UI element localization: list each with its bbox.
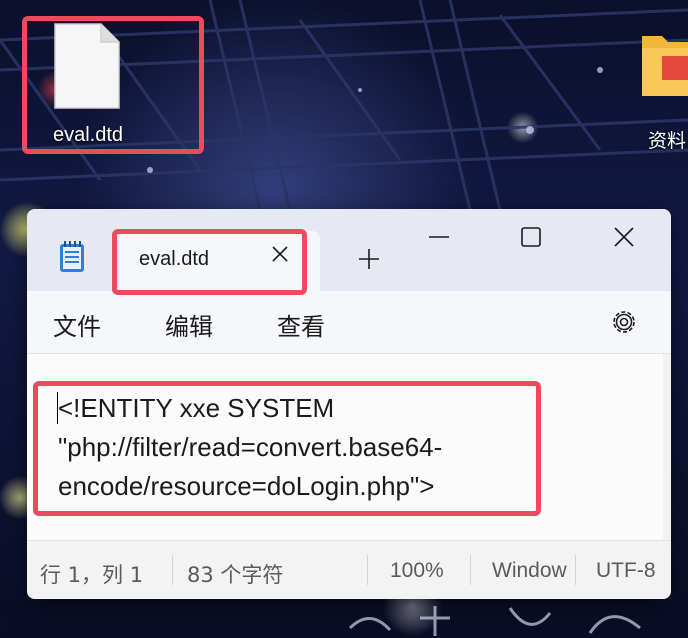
plus-icon[interactable] (357, 247, 381, 271)
desktop: eval.dtd 资料 eval.dtd 文件 编辑 查看 <!ENTITY x… (0, 0, 688, 638)
menu-edit[interactable]: 编辑 (165, 307, 213, 342)
minimize-icon[interactable] (425, 223, 453, 251)
editor-line: <!ENTITY xxe SYSTEM (58, 393, 335, 423)
desktop-icon-label: eval.dtd (52, 124, 124, 146)
character-count: 83 个字符 (187, 563, 284, 587)
status-bar: 行 1，列 1 83 个字符 100% Window UTF-8 (27, 540, 671, 599)
menu-view[interactable]: 查看 (277, 307, 325, 342)
tab-eval-dtd[interactable]: eval.dtd (119, 231, 320, 291)
status-separator (470, 555, 471, 585)
editor-line: encode/resource=doLogin.php"> (58, 471, 435, 501)
close-icon[interactable] (610, 223, 638, 251)
desktop-icon-label: 资料 (648, 130, 687, 152)
maximize-icon[interactable] (517, 223, 545, 251)
status-separator (172, 555, 173, 585)
zoom-level[interactable]: 100% (390, 559, 444, 583)
background-brushstrokes (348, 606, 641, 636)
cursor-position: 行 1，列 1 (40, 563, 144, 587)
encoding[interactable]: UTF-8 (596, 559, 656, 583)
notepad-icon (60, 241, 84, 272)
notepad-window: eval.dtd 文件 编辑 查看 <!ENTITY xxe SYSTEM "p… (27, 209, 671, 599)
line-ending[interactable]: Window (492, 559, 572, 583)
gear-icon[interactable] (608, 306, 640, 338)
menu-file[interactable]: 文件 (53, 307, 101, 342)
menu-bar: 文件 编辑 查看 (27, 291, 671, 354)
status-separator (367, 555, 368, 585)
blank-file-icon (54, 23, 120, 109)
editor-line: "php://filter/read=convert.base64- (58, 432, 443, 462)
tab-title: eval.dtd (139, 248, 210, 270)
folder-icon (642, 36, 688, 96)
title-bar: eval.dtd (27, 209, 671, 291)
text-editor[interactable]: <!ENTITY xxe SYSTEM "php://filter/read=co… (27, 354, 671, 540)
vertical-scrollbar[interactable] (663, 354, 671, 540)
close-icon[interactable] (269, 243, 291, 265)
status-separator (575, 555, 576, 585)
editor-content[interactable]: <!ENTITY xxe SYSTEM "php://filter/read=co… (58, 389, 538, 506)
